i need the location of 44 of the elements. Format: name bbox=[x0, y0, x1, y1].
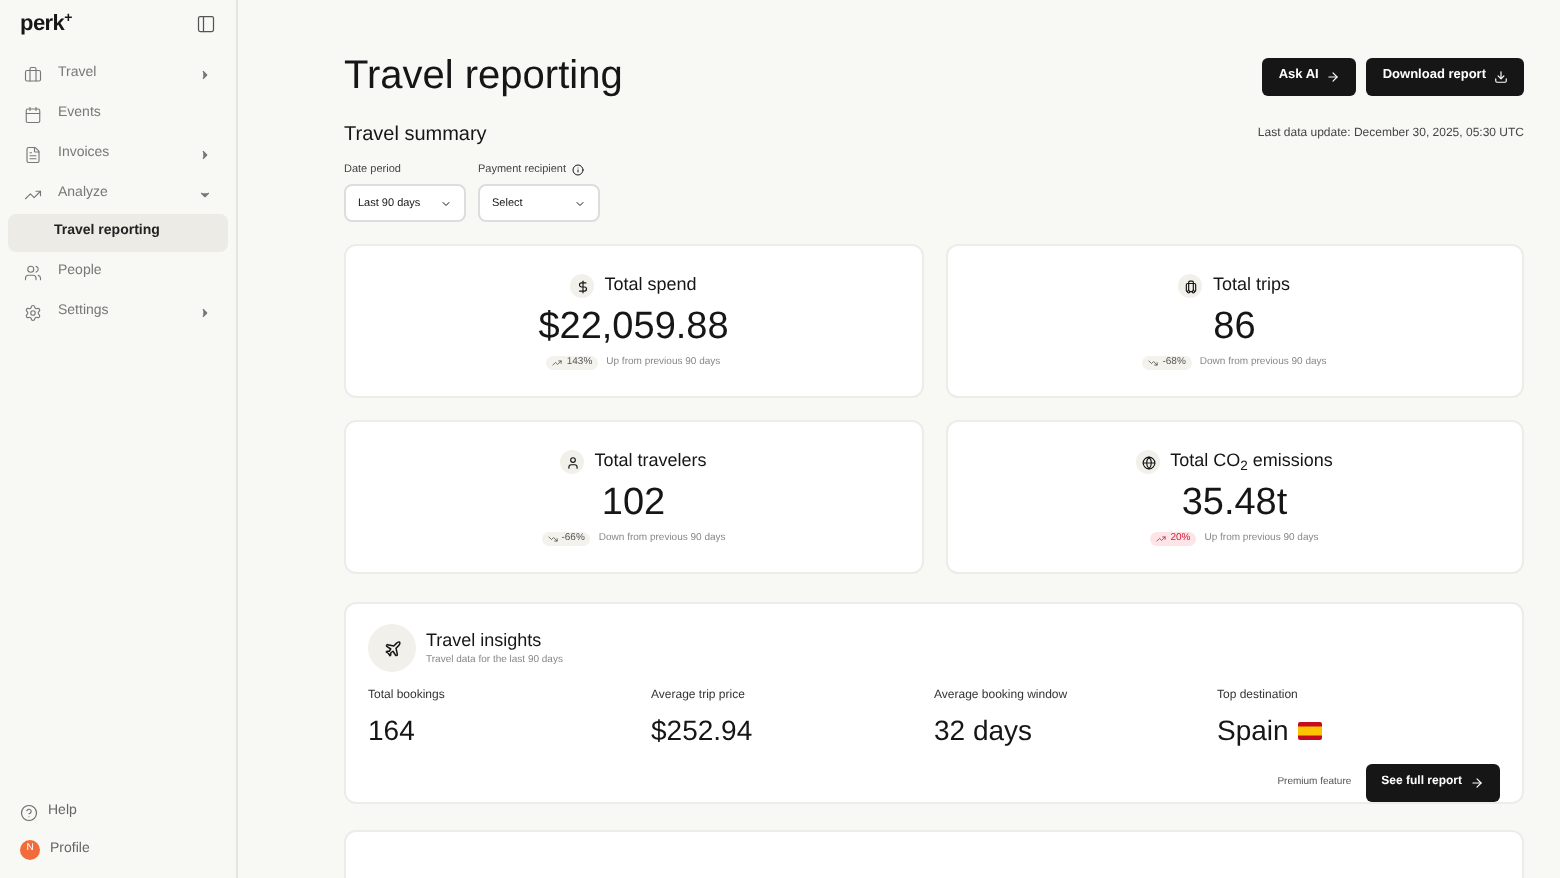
sidebar-toggle-icon[interactable] bbox=[196, 14, 216, 34]
document-icon bbox=[24, 146, 42, 164]
person-icon bbox=[560, 450, 585, 474]
trend-down-icon bbox=[547, 534, 558, 544]
luggage-icon bbox=[1178, 274, 1203, 298]
section-title: Travel summary bbox=[344, 122, 487, 150]
plane-icon bbox=[368, 624, 416, 673]
chevron-icon[interactable] bbox=[198, 148, 212, 162]
metric-title: Total spend bbox=[604, 272, 697, 299]
info-icon[interactable] bbox=[572, 164, 585, 177]
metric-value: 35.48t bbox=[1181, 481, 1288, 526]
trend-icon bbox=[24, 186, 42, 204]
metric-value: 102 bbox=[601, 481, 666, 526]
arrow-icon bbox=[1470, 776, 1484, 791]
stat-value: $252.94 bbox=[651, 712, 753, 751]
calendar-icon bbox=[24, 106, 42, 124]
download-icon bbox=[1494, 69, 1508, 83]
metric-title: Total trips bbox=[1212, 272, 1290, 299]
insights-title: Travel insights bbox=[426, 627, 544, 654]
chevron-icon[interactable] bbox=[198, 68, 212, 82]
logo[interactable]: perk$^{+}$ bbox=[20, 7, 72, 41]
people-icon bbox=[24, 264, 42, 282]
page-title: Travel reporting bbox=[344, 52, 623, 100]
briefcase-icon bbox=[24, 66, 42, 84]
dollar-icon bbox=[570, 274, 595, 298]
chevron-icon[interactable] bbox=[198, 306, 212, 320]
metric-title: Total travelers bbox=[594, 448, 707, 475]
trend-up-icon bbox=[552, 358, 563, 368]
help-icon bbox=[20, 803, 38, 821]
gear-icon bbox=[24, 304, 42, 322]
metric-title: Total CO$_{2}$ emissions bbox=[1170, 448, 1333, 476]
metric-value: $22,059.88 bbox=[538, 305, 729, 350]
arrow-icon bbox=[1326, 69, 1341, 83]
chevron-icon bbox=[440, 197, 452, 210]
chevron-icon[interactable] bbox=[198, 188, 212, 202]
trend-down-icon bbox=[1148, 358, 1159, 368]
globe-icon bbox=[1136, 450, 1161, 474]
stat-value: 164 bbox=[368, 712, 415, 751]
stat-value: Spain bbox=[1217, 712, 1289, 751]
chevron-icon bbox=[574, 197, 586, 210]
flag-icon bbox=[1298, 722, 1323, 741]
trend-up-icon bbox=[1156, 534, 1167, 544]
stat-value: 32 days bbox=[934, 712, 1033, 751]
metric-value: 86 bbox=[1213, 305, 1256, 350]
